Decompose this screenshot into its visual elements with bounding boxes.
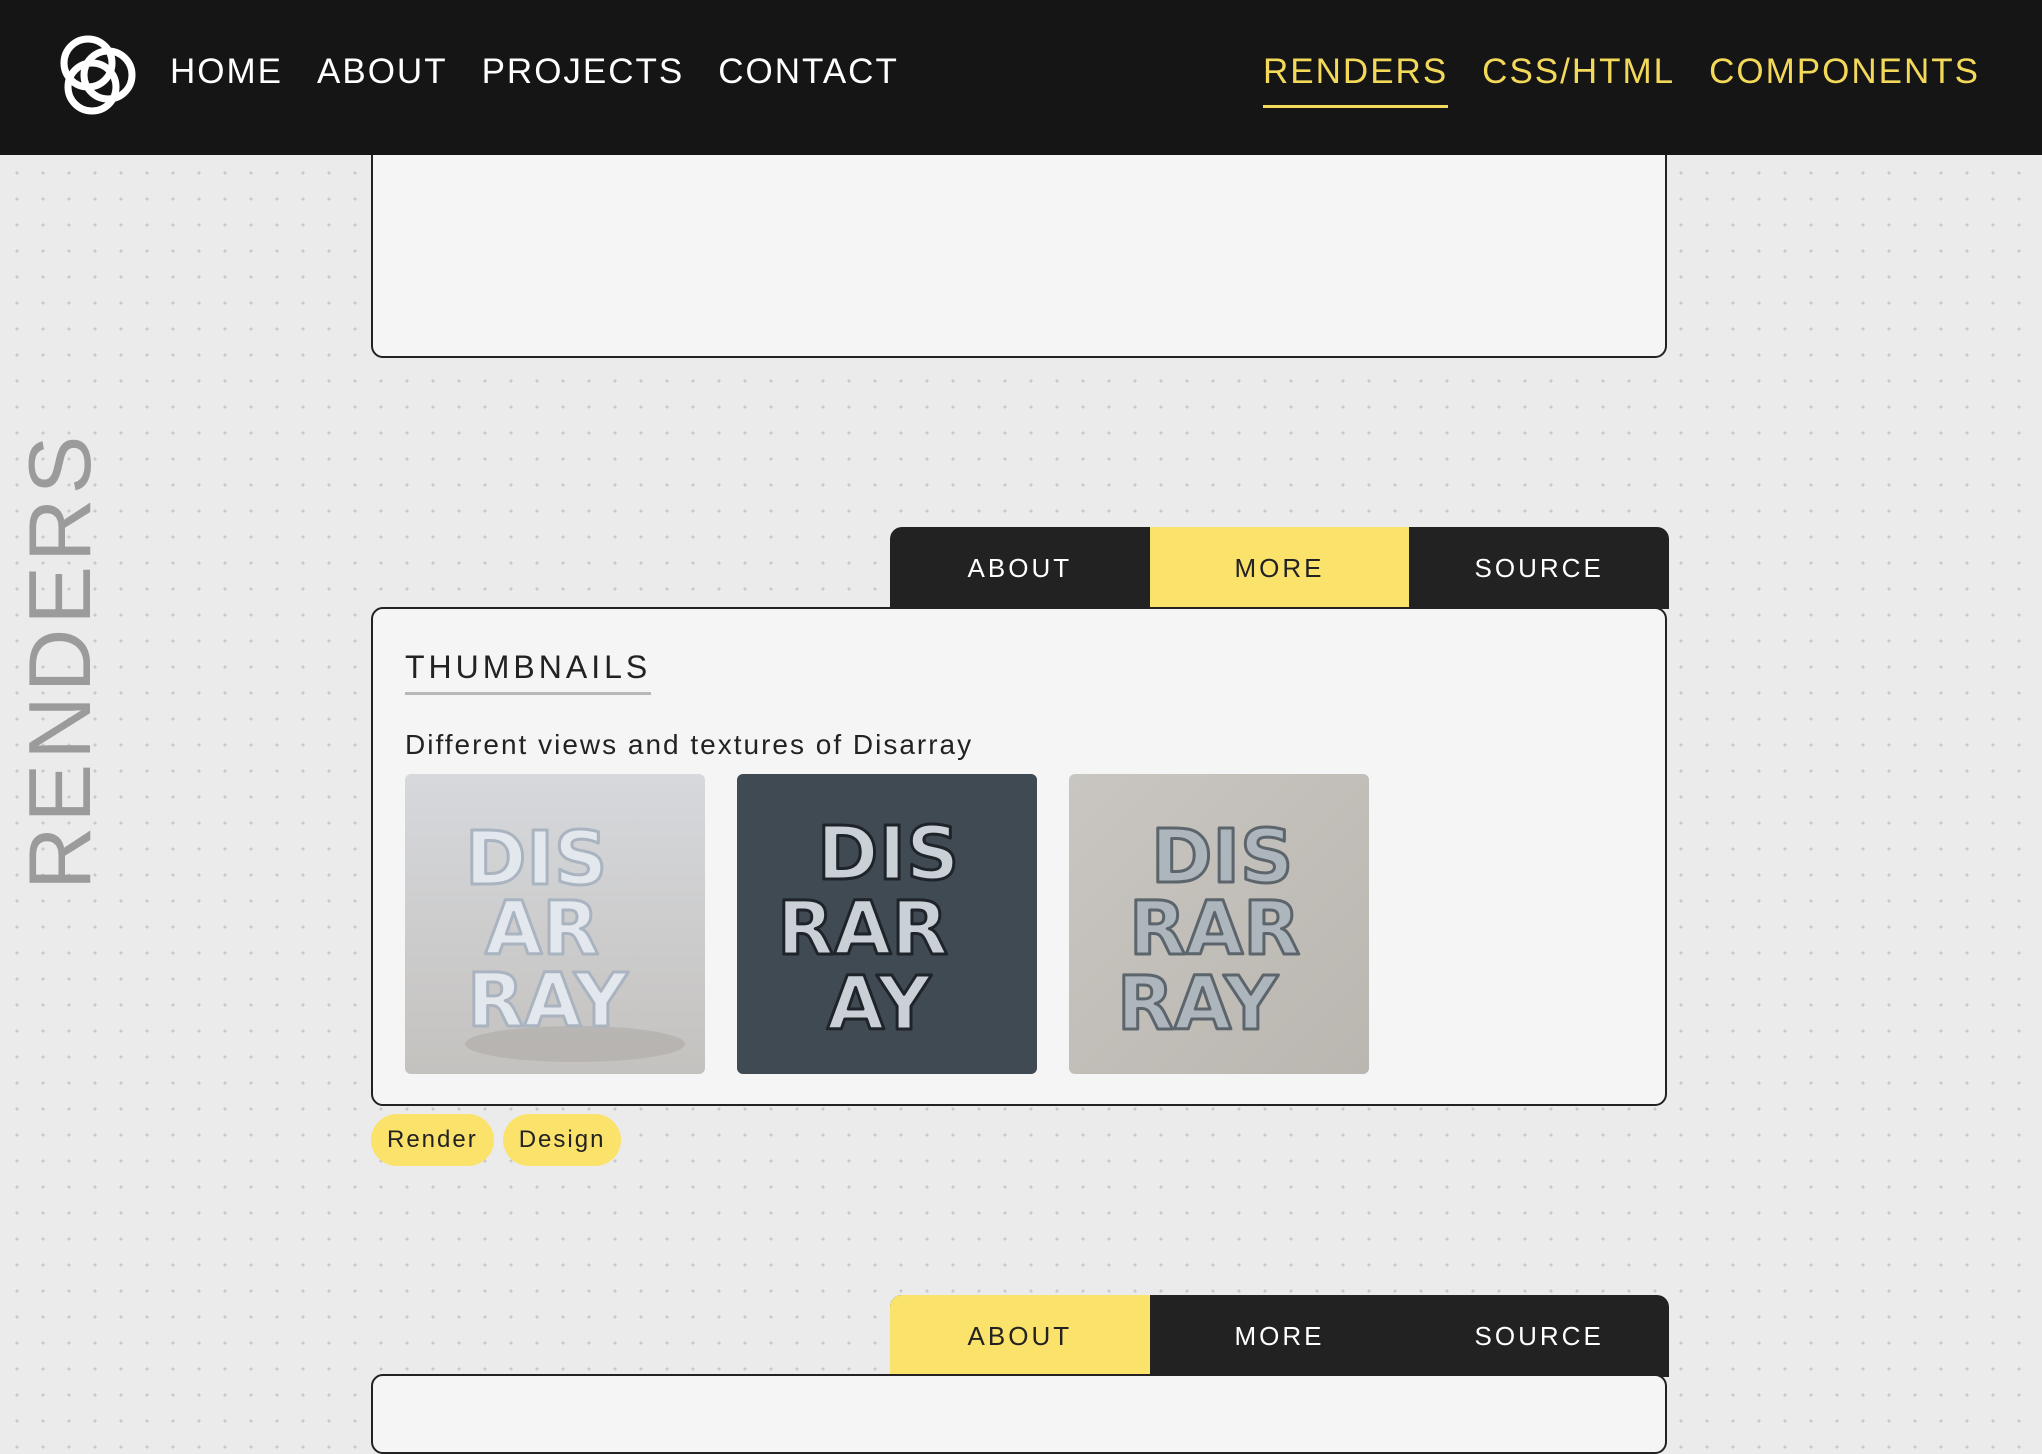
tab-source[interactable]: SOURCE [1409,527,1669,609]
project-card-next [371,1374,1667,1454]
card-tabs: ABOUT MORE SOURCE [890,527,1669,609]
nav-home-link[interactable]: HOME [170,48,283,96]
svg-text:RAR: RAR [1129,886,1300,972]
tag-render[interactable]: Render [371,1114,494,1166]
svg-text:RAY: RAY [1117,961,1279,1047]
thumbnail-image[interactable]: DIS RAR RAY [1069,774,1369,1074]
tag-design[interactable]: Design [502,1114,622,1166]
section-description: Different views and textures of Disarray [405,729,974,760]
nav-css-html-link[interactable]: CSS/HTML [1482,48,1675,96]
top-navbar: HOME ABOUT PROJECTS CONTACT RENDERS CSS/… [0,0,2042,155]
tab-about[interactable]: ABOUT [890,1295,1150,1377]
nav-about-link[interactable]: ABOUT [317,48,448,96]
tab-more[interactable]: MORE [1149,527,1410,609]
thumbnail-image[interactable]: DIS RAR AY [737,774,1037,1074]
nav-components-link[interactable]: COMPONENTS [1709,48,1980,96]
svg-text:AY: AY [827,961,932,1047]
disarray-dark-render: DIS RAR AY [737,774,1037,1074]
logo-icon[interactable] [56,32,142,118]
svg-text:DIS: DIS [817,811,959,897]
svg-text:RAY: RAY [467,958,629,1044]
project-card: THUMBNAILS Different views and textures … [371,607,1667,1106]
tab-source[interactable]: SOURCE [1409,1295,1669,1377]
svg-text:RAR: RAR [777,886,948,972]
nav-renders-link[interactable]: RENDERS [1263,48,1449,108]
thumbnail-gallery: DIS AR RAY DIS RAR AY DIS RAR RAY [405,774,1401,1074]
card-tabs: ABOUT MORE SOURCE [890,1295,1669,1377]
thumbnail-image[interactable]: DIS AR RAY [405,774,705,1074]
nav-projects-link[interactable]: PROJECTS [482,48,685,96]
nav-contact-link[interactable]: CONTACT [718,48,899,96]
disarray-chrome-render: DIS RAR RAY [1069,774,1369,1074]
section-heading: THUMBNAILS [405,649,652,695]
tag-list: Render Design [371,1114,630,1166]
tab-more[interactable]: MORE [1150,1295,1410,1377]
tab-about[interactable]: ABOUT [890,527,1150,609]
category-nav: RENDERS CSS/HTML COMPONENTS [1229,48,1980,108]
disarray-light-render: DIS AR RAY [405,774,705,1074]
section-side-label: RENDERS [10,431,109,890]
main-nav: HOME ABOUT PROJECTS CONTACT [170,48,933,96]
